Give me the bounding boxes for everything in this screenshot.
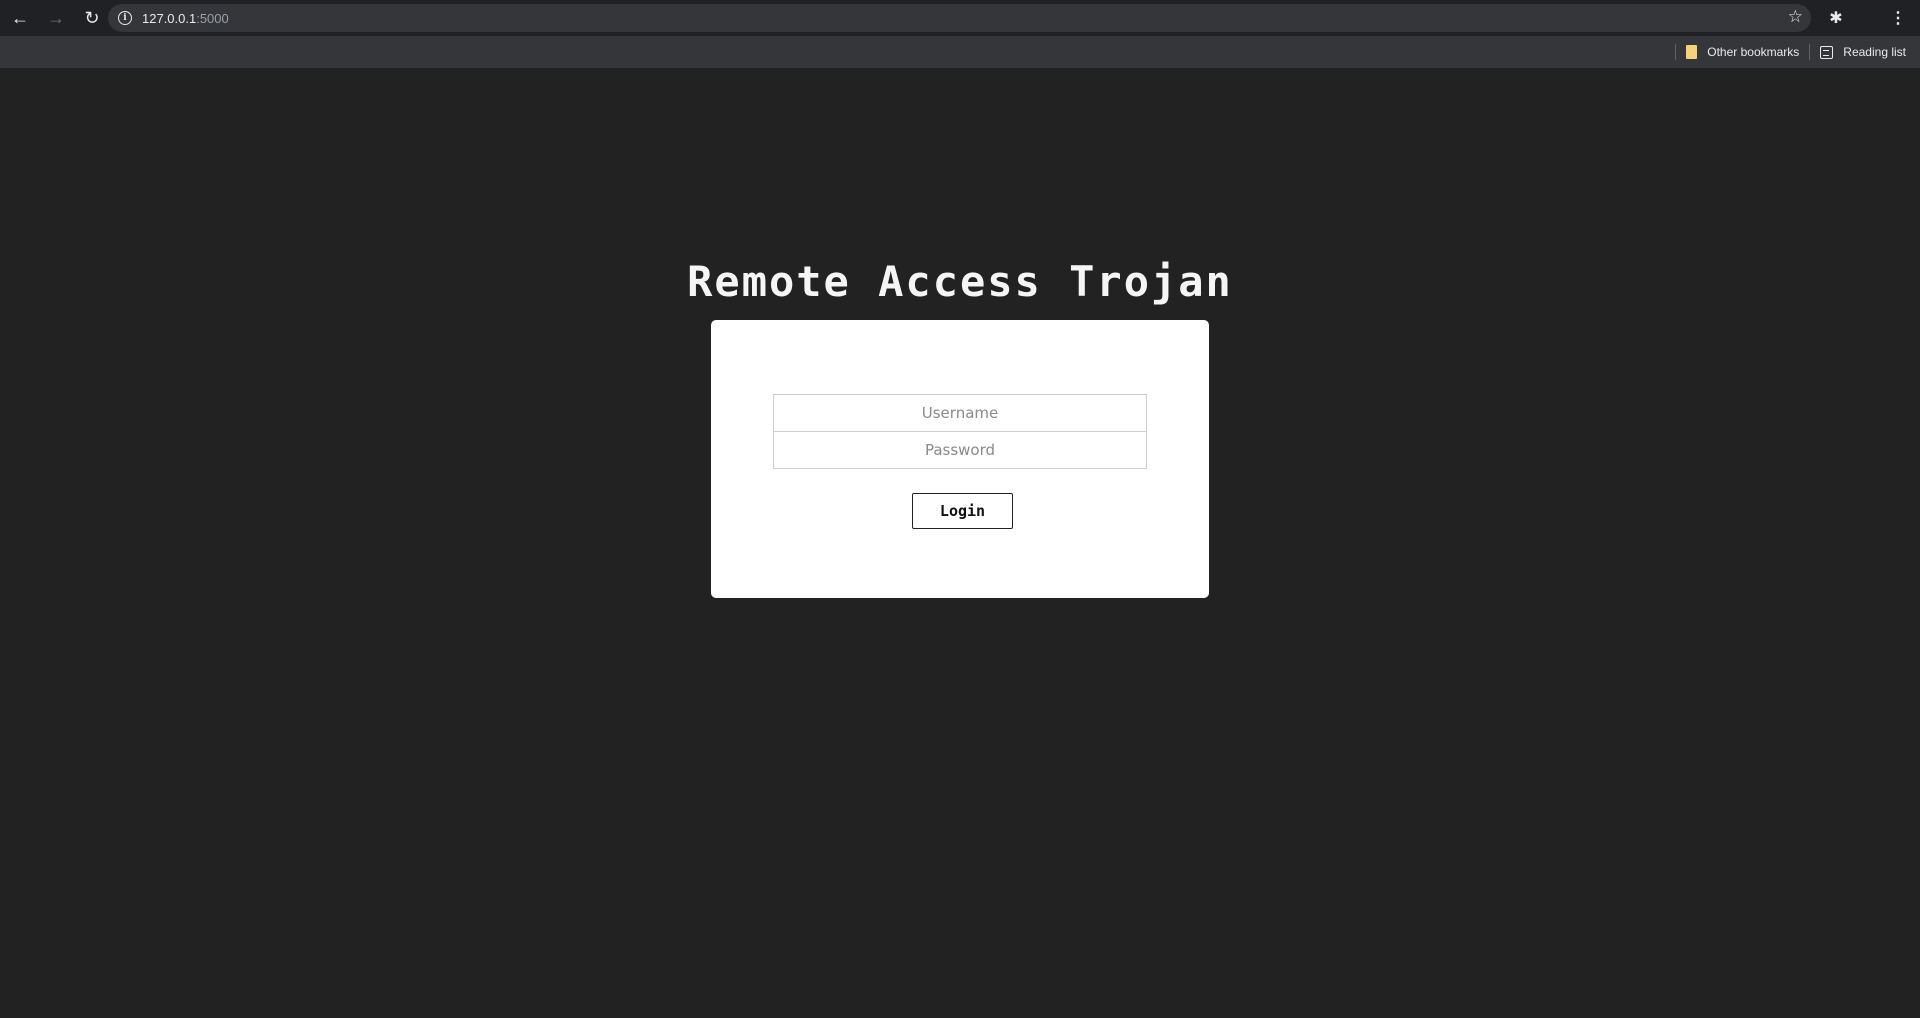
reading-list-icon xyxy=(1820,45,1834,59)
bookmark-star-icon[interactable]: ☆ xyxy=(1788,7,1803,27)
other-bookmarks-label: Other bookmarks xyxy=(1707,45,1800,59)
reload-icon[interactable]: ↻ xyxy=(76,2,108,34)
other-bookmarks[interactable]: Other bookmarks xyxy=(1686,45,1799,59)
folder-icon xyxy=(1686,45,1698,59)
browser-toolbar: ← → ↻ i 127.0.0.1 :5000 ☆ ✱ ⋮ xyxy=(0,0,1920,36)
url-host: 127.0.0.1 xyxy=(142,10,197,26)
username-input[interactable] xyxy=(773,394,1147,432)
url-port: :5000 xyxy=(196,10,229,26)
back-icon[interactable]: ← xyxy=(4,2,36,34)
reading-list-label: Reading list xyxy=(1843,45,1906,59)
login-card: Login xyxy=(711,320,1209,598)
login-button[interactable]: Login xyxy=(912,493,1013,529)
browser-menu-icon[interactable]: ⋮ xyxy=(1884,4,1912,32)
password-input[interactable] xyxy=(773,431,1147,469)
site-info-icon[interactable]: i xyxy=(118,11,132,25)
bookmarks-separator xyxy=(1809,44,1811,60)
address-bar[interactable]: i 127.0.0.1 :5000 ☆ xyxy=(108,4,1811,32)
bookmarks-bar: Other bookmarks Reading list xyxy=(0,36,1920,68)
forward-icon[interactable]: → xyxy=(40,2,72,34)
reading-list[interactable]: Reading list xyxy=(1820,45,1906,59)
page-title: Remote Access Trojan xyxy=(687,257,1233,306)
bookmarks-separator xyxy=(1675,44,1677,60)
extensions-icon[interactable]: ✱ xyxy=(1822,4,1850,32)
